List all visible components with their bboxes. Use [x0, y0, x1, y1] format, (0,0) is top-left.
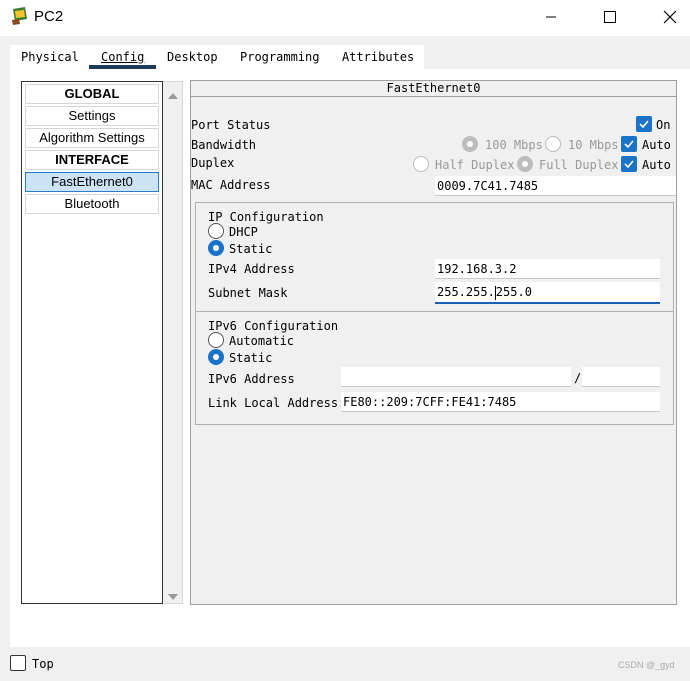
interface-panel: FastEthernet0 Port Status On Bandwidth 1…: [190, 80, 677, 605]
ipv4-static-label: Static: [229, 242, 273, 256]
link-local-address-label: Link Local Address:: [208, 396, 346, 410]
sidebar: GLOBAL Settings Algorithm Settings INTER…: [21, 81, 163, 604]
ip-configuration-group: IP Configuration DHCP Static IPv4 Addres…: [195, 202, 674, 312]
duplex-half-label: Half Duplex: [435, 158, 515, 172]
duplex-full-label: Full Duplex: [539, 158, 619, 172]
tab-bar: Physical Config Desktop Programming Attr…: [10, 45, 424, 69]
bandwidth-auto-label: Auto: [642, 138, 671, 152]
bandwidth-100-radio[interactable]: [462, 136, 478, 152]
ipv6-address-field[interactable]: [341, 367, 571, 387]
bandwidth-10-label: 10 Mbps: [568, 138, 619, 152]
duplex-auto-label: Auto: [642, 158, 671, 172]
subnet-mask-value-part2: 255.0: [495, 285, 532, 299]
pc-app-icon: [10, 6, 30, 26]
sidebar-item-bluetooth[interactable]: Bluetooth: [25, 194, 159, 214]
sidebar-item-settings[interactable]: Settings: [25, 106, 159, 126]
maximize-icon: [604, 11, 616, 23]
scroll-down-icon[interactable]: [167, 589, 179, 600]
port-status-on-label: On: [656, 118, 671, 132]
ipv6-configuration-title: IPv6 Configuration: [208, 319, 339, 333]
ipv6-automatic-radio[interactable]: [208, 332, 224, 348]
minimize-icon: [546, 16, 556, 18]
close-icon: [663, 10, 677, 24]
subnet-mask-value-part1: 255.255.: [437, 285, 495, 299]
port-status-checkbox[interactable]: [636, 116, 652, 132]
ipv4-address-label: IPv4 Address: [208, 262, 295, 276]
maximize-button[interactable]: [599, 6, 621, 28]
ipv6-prefix-field[interactable]: [582, 367, 660, 387]
bandwidth-auto-checkbox[interactable]: [621, 136, 637, 152]
dhcp-label: DHCP: [229, 225, 258, 239]
mac-address-field[interactable]: 0009.7C41.7485: [435, 176, 676, 196]
ipv6-prefix-separator: /: [574, 371, 582, 385]
tab-physical[interactable]: Physical: [21, 50, 79, 64]
top-label: Top: [32, 657, 54, 671]
ipv6-static-radio[interactable]: [208, 349, 224, 365]
minimize-button[interactable]: [540, 6, 562, 28]
sidebar-item-algorithm-settings[interactable]: Algorithm Settings: [25, 128, 159, 148]
subnet-mask-field[interactable]: 255.255.255.0: [435, 282, 660, 304]
tab-desktop[interactable]: Desktop: [167, 50, 218, 64]
tab-programming[interactable]: Programming: [240, 50, 319, 64]
link-local-address-field[interactable]: FE80::209:7CFF:FE41:7485: [341, 392, 660, 412]
top-checkbox[interactable]: [10, 655, 26, 671]
subnet-mask-label: Subnet Mask: [208, 286, 288, 300]
bandwidth-100-label: 100 Mbps: [485, 138, 543, 152]
sidebar-item-fastethernet0[interactable]: FastEthernet0: [25, 172, 159, 192]
sidebar-header-interface: INTERFACE: [25, 150, 159, 170]
tab-config[interactable]: Config: [101, 50, 144, 64]
bandwidth-10-radio[interactable]: [545, 136, 561, 152]
ip-configuration-title: IP Configuration: [208, 210, 324, 224]
checkmark-icon: [624, 160, 634, 169]
bandwidth-label: Bandwidth: [191, 138, 257, 152]
tab-attributes[interactable]: Attributes: [342, 50, 414, 64]
title-bar: PC2: [0, 0, 690, 36]
ipv6-address-label: IPv6 Address: [208, 372, 295, 386]
duplex-full-radio[interactable]: [517, 156, 533, 172]
ipv4-address-field[interactable]: 192.168.3.2: [435, 259, 660, 279]
port-status-label: Port Status: [191, 118, 271, 132]
sidebar-header-global: GLOBAL: [25, 84, 159, 104]
ipv4-static-radio[interactable]: [208, 240, 224, 256]
ipv6-configuration-group: IPv6 Configuration Automatic Static IPv6…: [195, 311, 674, 425]
checkmark-icon: [639, 120, 649, 129]
sidebar-scrollbar[interactable]: [163, 81, 183, 604]
panel-title: FastEthernet0: [191, 81, 676, 97]
dhcp-radio[interactable]: [208, 223, 224, 239]
scroll-up-icon[interactable]: [167, 88, 179, 99]
checkmark-icon: [624, 140, 634, 149]
close-button[interactable]: [659, 6, 681, 28]
watermark: CSDN @_gyd: [618, 660, 675, 670]
duplex-auto-checkbox[interactable]: [621, 156, 637, 172]
ipv6-static-label: Static: [229, 351, 273, 365]
ipv6-automatic-label: Automatic: [229, 334, 295, 348]
duplex-half-radio[interactable]: [413, 156, 429, 172]
window-title: PC2: [34, 8, 64, 25]
duplex-label: Duplex: [191, 156, 235, 170]
mac-address-label: MAC Address: [191, 178, 271, 192]
